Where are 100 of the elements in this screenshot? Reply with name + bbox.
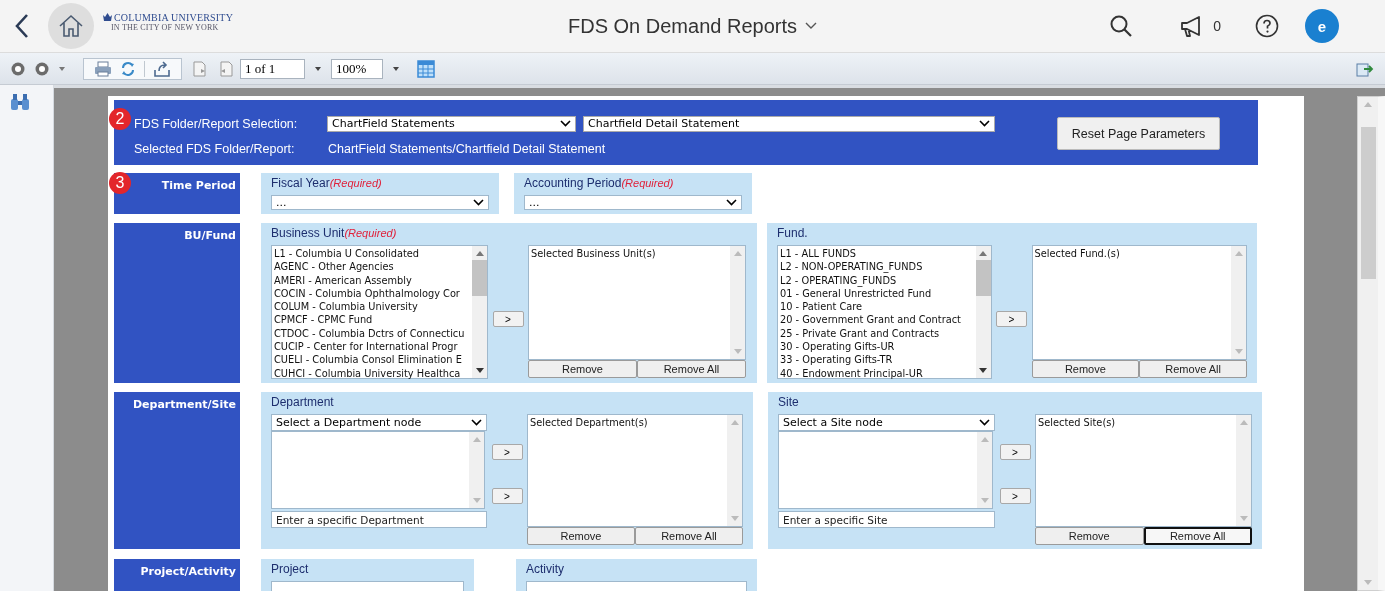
remove-button[interactable]: Remove (1031, 360, 1140, 378)
search-icon[interactable] (1109, 14, 1134, 38)
list-option[interactable]: AMERI - American Assembly (274, 273, 470, 287)
add-button[interactable]: > (996, 311, 1027, 327)
report-dropdown[interactable]: Chartfield Detail Statement (583, 115, 995, 132)
tree-box[interactable] (778, 431, 993, 509)
title-dropdown[interactable]: FDS On Demand Reports (568, 14, 817, 38)
remove-all-button[interactable]: Remove All (635, 527, 743, 545)
notification-count: 0 (1213, 18, 1221, 34)
list-option[interactable]: CUCIP - Center for International Progr (274, 340, 470, 354)
list-option[interactable]: CUELI - Columbia Consol Elimination E (274, 353, 470, 367)
selected-list[interactable]: Selected Fund.(s) (1031, 245, 1247, 360)
selected-list[interactable]: Selected Site(s) (1035, 414, 1252, 527)
document-icon[interactable] (192, 60, 208, 77)
scrollbar[interactable] (975, 246, 991, 378)
list-option[interactable]: COLUM - Columbia University (274, 300, 470, 314)
list-option[interactable]: 20 - Government Grant and Contract (780, 313, 974, 327)
list-box[interactable] (271, 245, 488, 379)
chevron-icon (473, 199, 484, 206)
list-option[interactable]: CPMCF - CPMC Fund (274, 313, 470, 327)
print-icon[interactable] (94, 60, 112, 77)
remove-all-button[interactable]: Remove All (1143, 527, 1252, 545)
input-field[interactable] (526, 581, 747, 591)
node-dropdown[interactable]: Select a Site node (778, 414, 995, 431)
step-badge: 2 (109, 108, 131, 130)
list-option[interactable]: COCIN - Columbia Ophthalmology Cor (274, 286, 470, 301)
remove-all-button[interactable]: Remove All (637, 360, 746, 378)
list-option[interactable]: L1 - ALL FUNDS (780, 247, 974, 261)
scrollbar[interactable] (1231, 246, 1246, 359)
chevron-icon (979, 419, 990, 426)
caret-icon[interactable] (315, 66, 321, 71)
logo-text: COLUMBIA UNIVERSITY (114, 11, 234, 23)
remove-all-button[interactable]: Remove All (1139, 360, 1247, 378)
list-option[interactable]: 40 - Endowment Principal-UR (780, 366, 974, 380)
search-field[interactable]: Enter a specific Site (778, 511, 995, 528)
list-header: Selected Fund.(s) (1034, 247, 1121, 261)
add-button[interactable]: > (491, 444, 523, 460)
list-header: Selected Site(s) (1038, 416, 1117, 430)
home-button[interactable] (48, 3, 94, 49)
selected-report-value: ChartField Statements/Chartfield Detail Statement (328, 141, 606, 156)
caret-icon[interactable] (393, 66, 399, 71)
selected-list[interactable]: Selected Department(s) (527, 414, 743, 527)
scrollbar[interactable] (727, 415, 742, 526)
back-icon[interactable] (14, 13, 30, 39)
home-icon (58, 14, 84, 38)
chevron-icon (979, 120, 990, 127)
refresh-icon[interactable] (120, 60, 136, 77)
list-option[interactable]: 01 - General Unrestricted Fund (780, 286, 974, 301)
list-option[interactable]: 25 - Private Grant and Contracts (780, 326, 974, 341)
selected-report-label: Selected FDS Folder/Report: (134, 141, 296, 156)
add-button[interactable]: > (492, 311, 524, 327)
list-option[interactable]: L2 - NON-OPERATING_FUNDS (780, 260, 974, 274)
field-label: Activity (526, 562, 565, 577)
section-title: BU/Fund (184, 229, 236, 242)
field-label: Site (778, 395, 800, 410)
help-icon[interactable] (1255, 14, 1279, 38)
step-badge: 3 (109, 172, 131, 194)
list-option[interactable]: CTDOC - Columbia Dctrs of Connecticu (274, 326, 470, 341)
folder-dropdown[interactable]: ChartField Statements (327, 115, 576, 132)
selected-list[interactable]: Selected Business Unit(s) (528, 245, 746, 360)
grid-icon[interactable] (417, 59, 435, 78)
document-icon[interactable] (218, 60, 234, 77)
list-option[interactable]: 10 - Patient Care (780, 300, 974, 314)
section-title: Project/Activity (140, 565, 236, 578)
tree-box[interactable] (271, 431, 485, 509)
scrollbar[interactable] (730, 246, 745, 359)
section-title: Time Period (161, 179, 236, 192)
remove-button[interactable]: Remove (528, 360, 637, 378)
remove-button[interactable]: Remove (1035, 527, 1144, 545)
list-option[interactable]: 33 - Operating Gifts-TR (780, 353, 974, 367)
chevron-icon (726, 199, 737, 206)
zoom-field[interactable]: 100% (331, 58, 383, 79)
caret-icon[interactable] (59, 66, 65, 71)
list-option[interactable]: CUHCI - Columbia University Healthca (274, 366, 470, 380)
list-option[interactable]: 30 - Operating Gifts-UR (780, 340, 974, 354)
search-field[interactable]: Enter a specific Department (271, 511, 487, 528)
field-label: Department (271, 395, 335, 410)
binoculars-icon[interactable] (10, 93, 30, 111)
export-icon[interactable] (153, 60, 171, 77)
scrollbar[interactable] (469, 432, 484, 508)
dropdown[interactable]: ... (271, 195, 489, 210)
reset-button[interactable]: Reset Page Parameters (1057, 117, 1220, 150)
add-button[interactable]: > (999, 444, 1031, 460)
input-field[interactable] (271, 581, 464, 591)
list-option[interactable]: L2 - OPERATING_FUNDS (780, 273, 974, 287)
avatar[interactable]: e (1305, 9, 1339, 43)
node-dropdown[interactable]: Select a Department node (271, 414, 487, 431)
add-button[interactable]: > (999, 488, 1031, 504)
list-option[interactable]: AGENC - Other Agencies (274, 260, 470, 274)
scrollbar[interactable] (1357, 96, 1385, 591)
dropdown[interactable]: ... (524, 195, 742, 210)
scrollbar[interactable] (977, 432, 992, 508)
add-button[interactable]: > (491, 488, 523, 504)
page-field[interactable]: 1 of 1 (240, 58, 305, 79)
list-option[interactable]: L1 - Columbia U Consolidated (274, 247, 470, 261)
scrollbar[interactable] (1236, 415, 1251, 526)
scrollbar[interactable] (472, 246, 487, 378)
logo-subtitle: IN THE CITY OF NEW YORK (111, 22, 220, 33)
list-box[interactable] (777, 245, 992, 379)
remove-button[interactable]: Remove (527, 527, 635, 545)
